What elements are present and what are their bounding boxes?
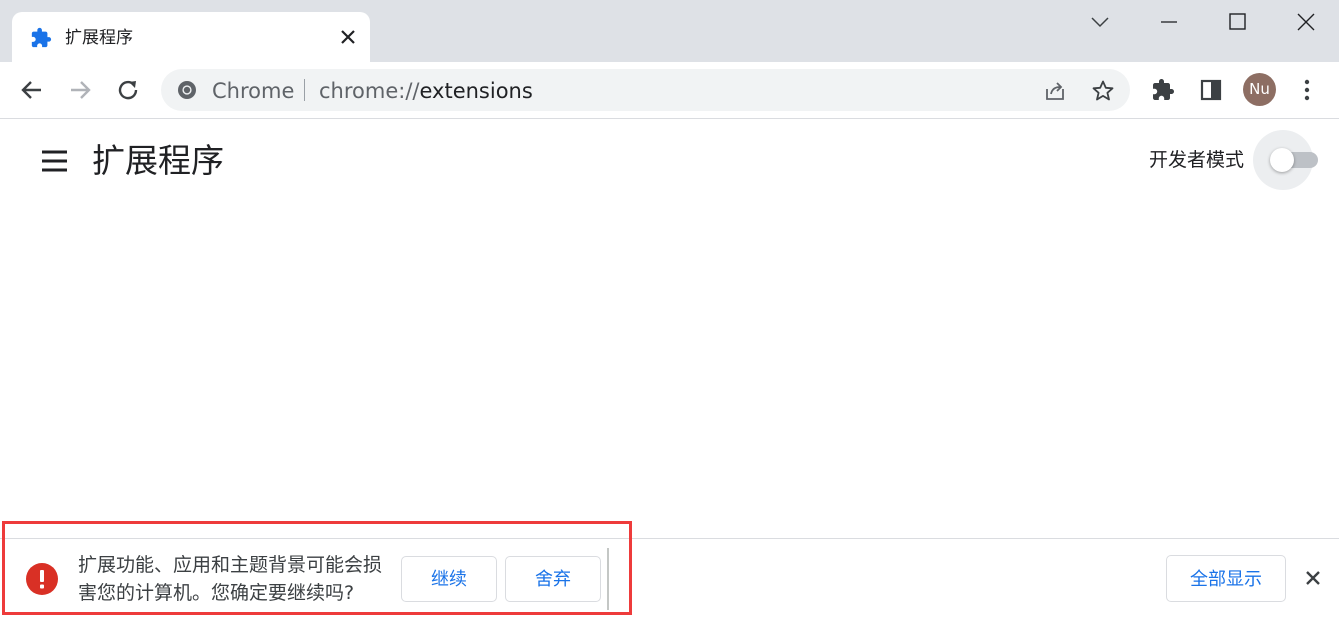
site-label: Chrome bbox=[212, 79, 295, 103]
page-title: 扩展程序 bbox=[92, 141, 224, 180]
omnibox-separator bbox=[304, 79, 305, 101]
hamburger-menu-icon[interactable] bbox=[40, 148, 70, 174]
omnibox[interactable]: Chrome chrome://extensions bbox=[161, 69, 1130, 111]
chrome-logo-icon bbox=[178, 81, 196, 99]
back-icon[interactable] bbox=[17, 75, 47, 105]
share-icon[interactable] bbox=[1043, 79, 1067, 103]
tab-search-icon[interactable] bbox=[1088, 10, 1112, 34]
toggle-knob bbox=[1270, 148, 1294, 172]
close-icon[interactable] bbox=[338, 27, 358, 47]
forward-icon[interactable] bbox=[65, 75, 95, 105]
extension-puzzle-icon bbox=[31, 27, 52, 48]
side-panel-icon[interactable] bbox=[1199, 78, 1223, 102]
profile-avatar[interactable]: Nu bbox=[1243, 73, 1276, 106]
maximize-icon[interactable] bbox=[1225, 10, 1249, 34]
minimize-icon[interactable] bbox=[1157, 10, 1181, 34]
tab-strip: 扩展程序 bbox=[0, 0, 1339, 62]
toolbar: Chrome chrome://extensions Nu bbox=[0, 62, 1339, 119]
tab-extensions[interactable]: 扩展程序 bbox=[12, 12, 370, 62]
url-scheme: chrome:// bbox=[319, 79, 420, 103]
show-all-button[interactable]: 全部显示 bbox=[1166, 555, 1286, 602]
developer-mode-label: 开发者模式 bbox=[1149, 149, 1245, 171]
close-window-icon[interactable] bbox=[1294, 10, 1318, 34]
extensions-puzzle-icon[interactable] bbox=[1151, 78, 1175, 102]
url-text: chrome://extensions bbox=[319, 78, 533, 104]
bookmark-star-icon[interactable] bbox=[1091, 79, 1115, 103]
tab-title: 扩展程序 bbox=[65, 28, 133, 48]
reload-icon[interactable] bbox=[113, 75, 143, 105]
url-host: extensions bbox=[419, 79, 533, 103]
close-download-bar-icon[interactable] bbox=[1302, 567, 1324, 589]
highlight-box bbox=[2, 521, 632, 615]
more-menu-icon[interactable] bbox=[1295, 78, 1319, 102]
